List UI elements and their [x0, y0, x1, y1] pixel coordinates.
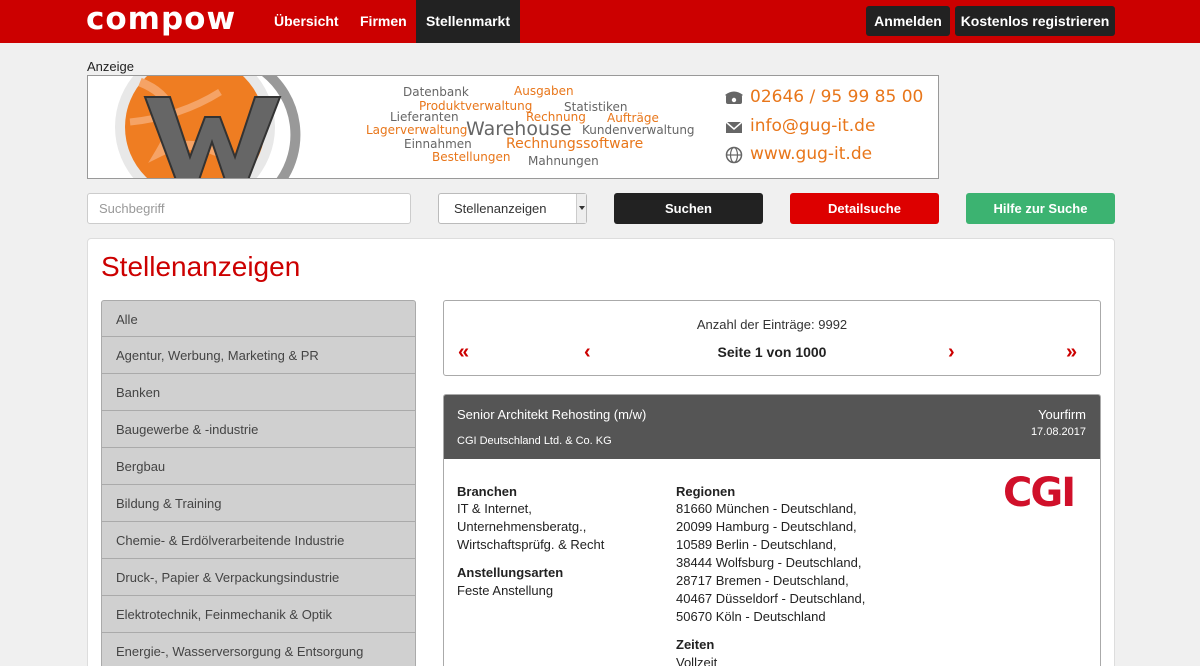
- job-header: Senior Architekt Rehosting (m/w) CGI Deu…: [444, 395, 1100, 459]
- last-page-icon[interactable]: »: [1066, 342, 1077, 362]
- ad-email: info@gug-it.de: [750, 116, 876, 136]
- cloud-word: Einnahmen: [404, 137, 472, 151]
- category-item[interactable]: Druck-, Papier & Verpackungsindustrie: [101, 559, 416, 596]
- first-page-icon[interactable]: «: [458, 342, 469, 362]
- category-item[interactable]: Agentur, Werbung, Marketing & PR: [101, 337, 416, 374]
- register-button[interactable]: Kostenlos registrieren: [955, 6, 1115, 36]
- nav-uebersicht[interactable]: Übersicht: [261, 0, 352, 43]
- compow-logo[interactable]: compow: [86, 2, 236, 36]
- top-navbar: compow Übersicht Firmen Stellenmarkt Anm…: [0, 0, 1200, 43]
- company-logo[interactable]: CGI: [1003, 473, 1076, 513]
- cloud-word: Mahnungen: [528, 154, 599, 168]
- branchen-value: IT & Internet, Unternehmensberatg., Wirt…: [457, 500, 604, 554]
- branche-line: Unternehmensberatg.,: [457, 519, 587, 534]
- region-line: 40467 Düsseldorf - Deutschland,: [676, 591, 866, 606]
- category-item[interactable]: Bergbau: [101, 448, 416, 485]
- nav-stellenmarkt[interactable]: Stellenmarkt: [416, 0, 520, 43]
- category-item[interactable]: Energie-, Wasserversorgung & Entsorgung: [101, 633, 416, 666]
- search-button[interactable]: Suchen: [614, 193, 763, 224]
- region-line: 28717 Bremen - Deutschland,: [676, 573, 849, 588]
- job-company: CGI Deutschland Ltd. & Co. KG: [457, 435, 612, 447]
- zeiten-value: Vollzeit: [676, 655, 718, 666]
- branche-line: IT & Internet,: [457, 501, 532, 516]
- ad-web: www.gug-it.de: [750, 144, 873, 164]
- page-indicator: Seite 1 von 1000: [717, 344, 827, 360]
- search-input[interactable]: [87, 193, 411, 224]
- cloud-word: Rechnungssoftware: [506, 136, 644, 152]
- ad-phone: 02646 / 95 99 85 00: [750, 87, 924, 107]
- select-value: Stellenanzeigen: [454, 201, 547, 216]
- search-help-button[interactable]: Hilfe zur Suche: [966, 193, 1115, 224]
- ad-banner[interactable]: Datenbank Ausgaben Produktverwaltung Sta…: [87, 75, 939, 179]
- search-type-select[interactable]: Stellenanzeigen: [438, 193, 587, 224]
- cloud-word: Datenbank: [403, 85, 469, 99]
- mail-icon: [725, 121, 743, 133]
- ad-label: Anzeige: [87, 59, 134, 74]
- job-source: Yourfirm: [1038, 407, 1086, 422]
- page-title: Stellenanzeigen: [101, 251, 301, 282]
- zeiten-label: Zeiten: [676, 637, 715, 652]
- category-item[interactable]: Alle: [101, 300, 416, 337]
- cloud-word: Lagerverwaltung: [366, 123, 468, 137]
- globe-icon: [725, 146, 743, 164]
- cloud-word: Lieferanten: [390, 110, 459, 124]
- job-listing-card[interactable]: Senior Architekt Rehosting (m/w) CGI Deu…: [443, 394, 1101, 666]
- category-item[interactable]: Elektrotechnik, Feinmechanik & Optik: [101, 596, 416, 633]
- pagination: Anzahl der Einträge: 9992 Seite 1 von 10…: [443, 300, 1101, 376]
- anstellung-value: Feste Anstellung: [457, 583, 554, 598]
- category-list: Alle Agentur, Werbung, Marketing & PR Ba…: [101, 300, 416, 666]
- region-line: 38444 Wolfsburg - Deutschland,: [676, 555, 862, 570]
- region-line: 10589 Berlin - Deutschland,: [676, 537, 837, 552]
- job-date: 17.08.2017: [1030, 426, 1086, 438]
- next-page-icon[interactable]: ›: [948, 342, 955, 362]
- category-item[interactable]: Bildung & Training: [101, 485, 416, 522]
- category-item[interactable]: Banken: [101, 374, 416, 411]
- login-button[interactable]: Anmelden: [866, 6, 950, 36]
- regionen-value: 81660 München - Deutschland, 20099 Hambu…: [676, 500, 865, 626]
- detail-search-button[interactable]: Detailsuche: [790, 193, 939, 224]
- anstellung-label: Anstellungsarten: [457, 565, 564, 580]
- region-line: 20099 Hamburg - Deutschland,: [676, 519, 857, 534]
- cloud-word: Bestellungen: [432, 150, 511, 164]
- cloud-word: Ausgaben: [514, 84, 574, 98]
- branchen-label: Branchen: [457, 484, 517, 499]
- region-line: 50670 Köln - Deutschland: [676, 609, 826, 624]
- phone-icon: [725, 91, 743, 104]
- category-item[interactable]: Chemie- & Erdölverarbeitende Industrie: [101, 522, 416, 559]
- regionen-label: Regionen: [676, 484, 736, 499]
- branche-line: Wirtschaftsprüfg. & Recht: [457, 537, 605, 552]
- region-line: 81660 München - Deutschland,: [676, 501, 857, 516]
- nav-firmen[interactable]: Firmen: [347, 0, 420, 43]
- job-title[interactable]: Senior Architekt Rehosting (m/w): [457, 407, 646, 422]
- entry-count: Anzahl der Einträge: 9992: [696, 317, 848, 332]
- category-item[interactable]: Baugewerbe & -industrie: [101, 411, 416, 448]
- prev-page-icon[interactable]: ‹: [584, 342, 591, 362]
- chevron-down-icon[interactable]: [576, 194, 586, 223]
- cloud-word: Kundenverwaltung: [582, 123, 695, 137]
- warehouse-logo-icon: [115, 76, 301, 178]
